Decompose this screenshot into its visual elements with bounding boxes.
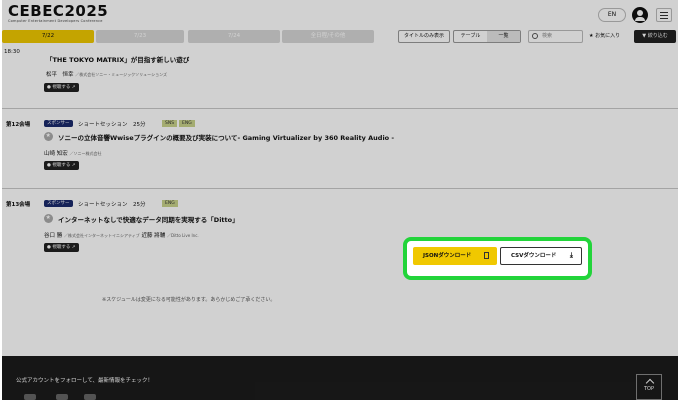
- sponsor-badge: スポンサー: [44, 120, 73, 127]
- watch-label: 視聴する: [52, 163, 71, 168]
- search-icon: [532, 33, 538, 39]
- site-logo[interactable]: CEBEC2025 Computer Entertainment Develop…: [8, 4, 108, 24]
- site-footer: 公式アカウントをフォローして、最新情報をチェック！ TOP: [2, 356, 678, 400]
- speaker-name: 松平 恒幸 ／株式会社ソニー・ミュージックソリューションズ: [46, 70, 167, 78]
- speaker-label: 山崎 知宏: [44, 151, 68, 157]
- language-tag: ENG: [162, 200, 178, 207]
- logo-text: CEBEC2025: [8, 2, 109, 20]
- language-tag: ENG: [179, 120, 195, 127]
- footer-follow-text: 公式アカウントをフォローして、最新情報をチェック！: [16, 378, 154, 384]
- csv-download-button[interactable]: CSVダウンロード ⤓: [500, 247, 582, 265]
- speaker-name: 山崎 知宏 ／ソニー株式会社: [44, 149, 102, 157]
- language-tag: SNS: [162, 120, 178, 127]
- speaker-org: ／Ditto Live Inc.: [167, 233, 199, 238]
- favorite-star-icon[interactable]: [44, 214, 53, 223]
- favorites-button[interactable]: ★ お気に入り: [589, 30, 629, 43]
- session-title[interactable]: インターネットなしで快適なデータ同期を実現する「Ditto」: [58, 214, 239, 224]
- speaker-name: 谷口 勝 ／株式会社インターネットイニシアティブ 近藤 將輔 ／Ditto Li…: [44, 231, 199, 239]
- watch-button[interactable]: ● 視聴する ↗: [44, 161, 79, 170]
- download-highlight: JSONダウンロード CSVダウンロード ⤓: [403, 237, 592, 280]
- social-icon[interactable]: [84, 394, 96, 400]
- tab-day-0723[interactable]: 7/23: [96, 30, 184, 43]
- back-to-top-button[interactable]: TOP: [636, 374, 662, 400]
- site-header: CEBEC2025 Computer Entertainment Develop…: [2, 0, 678, 30]
- social-icon[interactable]: [24, 394, 36, 400]
- favorites-label: お気に入り: [595, 33, 621, 39]
- sponsor-badge: スポンサー: [44, 200, 73, 207]
- csv-download-label: CSVダウンロード: [511, 253, 557, 259]
- logo-subtitle: Computer Entertainment Developers Confer…: [8, 19, 103, 23]
- view-table-button[interactable]: テーブル: [454, 31, 487, 42]
- search-placeholder: 検索: [542, 33, 553, 39]
- speaker-org: ／株式会社ソニー・ミュージックソリューションズ: [75, 72, 168, 77]
- speaker-org: ／ソニー株式会社: [69, 151, 102, 156]
- json-download-button[interactable]: JSONダウンロード: [413, 247, 497, 265]
- divider: [2, 188, 678, 189]
- language-button[interactable]: EN: [598, 8, 626, 22]
- room-label: 第12会場: [6, 122, 31, 128]
- page-frame: CEBEC2025 Computer Entertainment Develop…: [2, 0, 678, 400]
- session-title[interactable]: ソニーの立体音響Wwiseプラグインの概要及び実装について- Gaming Vi…: [58, 132, 394, 142]
- user-icon[interactable]: [632, 7, 648, 23]
- schedule-list: 18:30 「THE TOKYO MATRIX」が目指す新しい遊び 松平 恒幸 …: [2, 45, 678, 355]
- file-icon: [484, 252, 489, 259]
- filter-label: 絞り込む: [647, 33, 668, 39]
- filter-bar: 7/22 7/23 7/24 全日程/その他 タイトルのみ表示 テーブル 一覧 …: [2, 30, 678, 45]
- search-input[interactable]: 検索: [528, 30, 583, 43]
- speaker-org: ／株式会社インターネットイニシアティブ: [64, 233, 140, 238]
- view-toggle: テーブル 一覧: [453, 30, 521, 43]
- tab-all-days[interactable]: 全日程/その他: [282, 30, 374, 43]
- speaker-label: 近藤 將輔: [141, 233, 166, 239]
- schedule-notice: ※スケジュールは変更になる可能性があります。あらかじめご了承ください。: [102, 297, 276, 303]
- filter-button[interactable]: ▼ 絞り込む: [634, 30, 676, 43]
- view-list-button[interactable]: 一覧: [487, 31, 520, 42]
- title-only-button[interactable]: タイトルのみ表示: [398, 30, 450, 43]
- speaker-label: 松平 恒幸: [46, 72, 74, 78]
- time-label: 18:30: [2, 49, 22, 55]
- favorite-star-icon[interactable]: [44, 132, 53, 141]
- tab-day-0722[interactable]: 7/22: [2, 30, 94, 43]
- watch-label: 視聴する: [52, 245, 71, 250]
- session-type: ショートセッション 25分: [78, 202, 146, 208]
- tab-day-0724[interactable]: 7/24: [188, 30, 280, 43]
- room-label: 第13会場: [6, 202, 31, 208]
- watch-button[interactable]: ● 視聴する ↗: [44, 83, 79, 92]
- download-icon: ⤓: [569, 251, 573, 259]
- speaker-label: 谷口 勝: [44, 233, 63, 239]
- divider: [2, 108, 678, 109]
- session-title[interactable]: 「THE TOKYO MATRIX」が目指す新しい遊び: [46, 54, 189, 64]
- session-type: ショートセッション 25分: [78, 122, 146, 128]
- watch-button[interactable]: ● 視聴する ↗: [44, 243, 79, 252]
- hamburger-menu-icon[interactable]: [656, 8, 672, 22]
- json-download-label: JSONダウンロード: [423, 253, 472, 259]
- x-icon[interactable]: [56, 394, 68, 400]
- watch-label: 視聴する: [52, 85, 71, 90]
